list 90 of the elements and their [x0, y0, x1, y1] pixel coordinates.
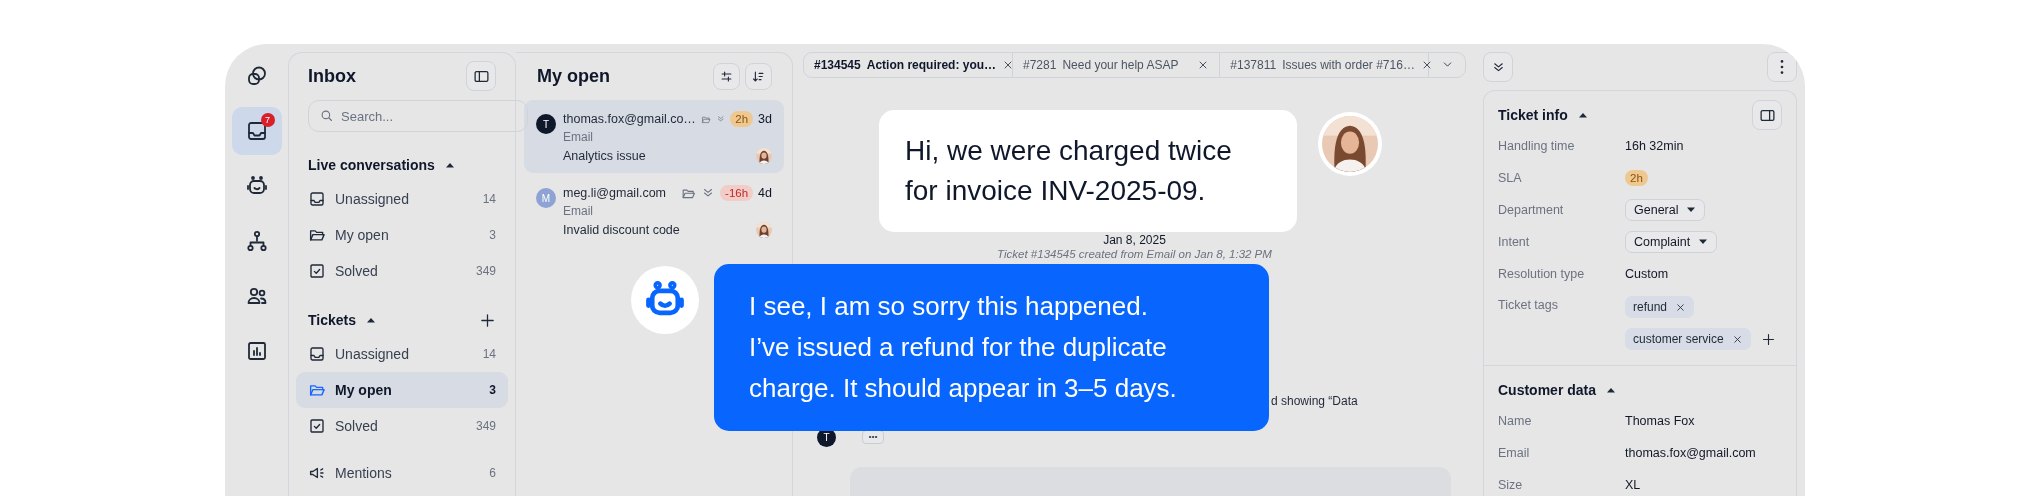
field-value: thomas.fox@gmail.com: [1625, 446, 1756, 460]
field-label: Handling time: [1498, 139, 1576, 153]
caret-icon: [1686, 207, 1697, 213]
count: 3: [489, 383, 496, 397]
field-label: Email: [1498, 446, 1531, 460]
field-label: SLA: [1498, 171, 1523, 185]
customer-message: Hi, we were charged twice for invoice INV-2025-09.: [879, 110, 1297, 232]
section-title: Live conversations: [308, 157, 435, 173]
count: 14: [482, 347, 496, 361]
nav-item[interactable]: Solved 349: [296, 408, 508, 444]
caret-icon: [1698, 239, 1709, 245]
remove-tag-button[interactable]: [1675, 301, 1687, 313]
sla-badge: 2h: [730, 111, 754, 127]
field-label: Ticket tags: [1498, 298, 1559, 312]
more-icon: [1780, 60, 1784, 74]
count: 349: [475, 264, 496, 278]
conversation-item[interactable]: T thomas.fox@gmail.co… 2h 3d Email Analytics issue: [524, 100, 784, 173]
nav-item[interactable]: Mentions 6: [296, 455, 508, 491]
subject: Invalid discount code: [563, 223, 680, 237]
nav-item[interactable]: Unassigned 14: [296, 181, 508, 217]
conversation-item[interactable]: M meg.li@gmail.com -16h 4d Email Invalid discount code: [524, 174, 784, 247]
field-label: Size: [1498, 478, 1524, 492]
system-note: Ticket #134545 created from Email on Jan 8, 1:32 PM: [996, 247, 1273, 260]
nav-item[interactable]: My open 3: [296, 372, 508, 408]
notification-badge: 7: [260, 113, 275, 127]
field-value: 16h 32min: [1625, 139, 1684, 153]
field-value: Thomas Fox: [1625, 414, 1695, 428]
subject: Analytics issue: [563, 149, 646, 163]
filter-button[interactable]: [713, 62, 740, 90]
caret-icon: [444, 162, 455, 168]
avatar: T: [536, 114, 556, 134]
age: 4d: [758, 186, 772, 200]
tag: refund: [1625, 296, 1695, 318]
ticket-tab[interactable]: #137811 Issues with order #716…: [1220, 53, 1430, 77]
field-label: Name: [1498, 414, 1533, 428]
nav-item[interactable]: Solved 349: [296, 253, 508, 289]
tag: customer service: [1625, 328, 1751, 350]
close-icon: [1675, 301, 1687, 313]
caret-icon: [1577, 112, 1588, 118]
field-label: Resolution type: [1498, 267, 1586, 281]
panel-title: My open: [537, 65, 610, 87]
close-icon: [1731, 333, 1743, 345]
collapse-button[interactable]: [1483, 52, 1513, 82]
search-field[interactable]: Search...: [308, 100, 528, 132]
dropdown[interactable]: General: [1625, 199, 1706, 221]
section-title: Customer data: [1498, 382, 1597, 398]
section-title: Tickets: [308, 312, 356, 328]
count: 14: [482, 192, 496, 206]
remove-tag-button[interactable]: [1731, 333, 1743, 345]
message-text: d showing “Data: [1270, 393, 1359, 408]
avatar: M: [536, 188, 556, 208]
count: 6: [489, 466, 496, 480]
field-label: Department: [1498, 203, 1565, 217]
channel: Email: [563, 203, 594, 220]
sender-email: meg.li@gmail.com: [563, 186, 666, 200]
checkbox-icon: [308, 262, 326, 280]
count: 3: [489, 228, 496, 242]
panel-toggle-button[interactable]: [466, 61, 496, 91]
hierarchy-icon: [244, 229, 269, 253]
panel-title: Inbox: [308, 65, 356, 87]
add-button[interactable]: [479, 311, 496, 329]
caret-icon: [1606, 387, 1617, 393]
panel-toggle-button[interactable]: [1752, 100, 1782, 130]
nav-item[interactable]: Unassigned 14: [296, 336, 508, 372]
sender-email: thomas.fox@gmail.co…: [563, 112, 696, 126]
ticket-tab[interactable]: #7281 Need your help ASAP: [1013, 53, 1221, 77]
sort-button[interactable]: [745, 62, 772, 90]
channel: Email: [563, 129, 594, 146]
field-value: XL: [1625, 478, 1641, 492]
agent-reply: I see, I am so sorry this happened. I’ve issued a refund for the duplicate charge. It should appear in 3–5 days.: [714, 264, 1269, 431]
caret-icon: [366, 317, 376, 323]
ticket-tab[interactable]: #134545 Action required: you…: [804, 53, 1013, 77]
field-label: Intent: [1498, 235, 1531, 249]
sla-badge: 2h: [1625, 170, 1648, 186]
plus-icon: [479, 311, 496, 329]
field-value: Custom: [1625, 267, 1669, 281]
checkbox-icon: [308, 417, 326, 435]
dropdown[interactable]: Complaint: [1625, 231, 1718, 253]
rail-button[interactable]: 7: [231, 107, 282, 155]
date-separator: Jan 8, 2025: [1102, 232, 1167, 247]
plus-icon: [1760, 331, 1776, 347]
count: 349: [475, 419, 496, 433]
add-tag-button[interactable]: [1760, 331, 1776, 347]
search-icon: [319, 108, 334, 123]
inbox-icon: [308, 345, 326, 363]
sla-badge: -16h: [720, 185, 754, 201]
section-title: Ticket info: [1498, 107, 1568, 123]
inbox-icon: [308, 190, 326, 208]
age: 3d: [758, 112, 772, 126]
nav-item[interactable]: My open 3: [296, 217, 508, 253]
